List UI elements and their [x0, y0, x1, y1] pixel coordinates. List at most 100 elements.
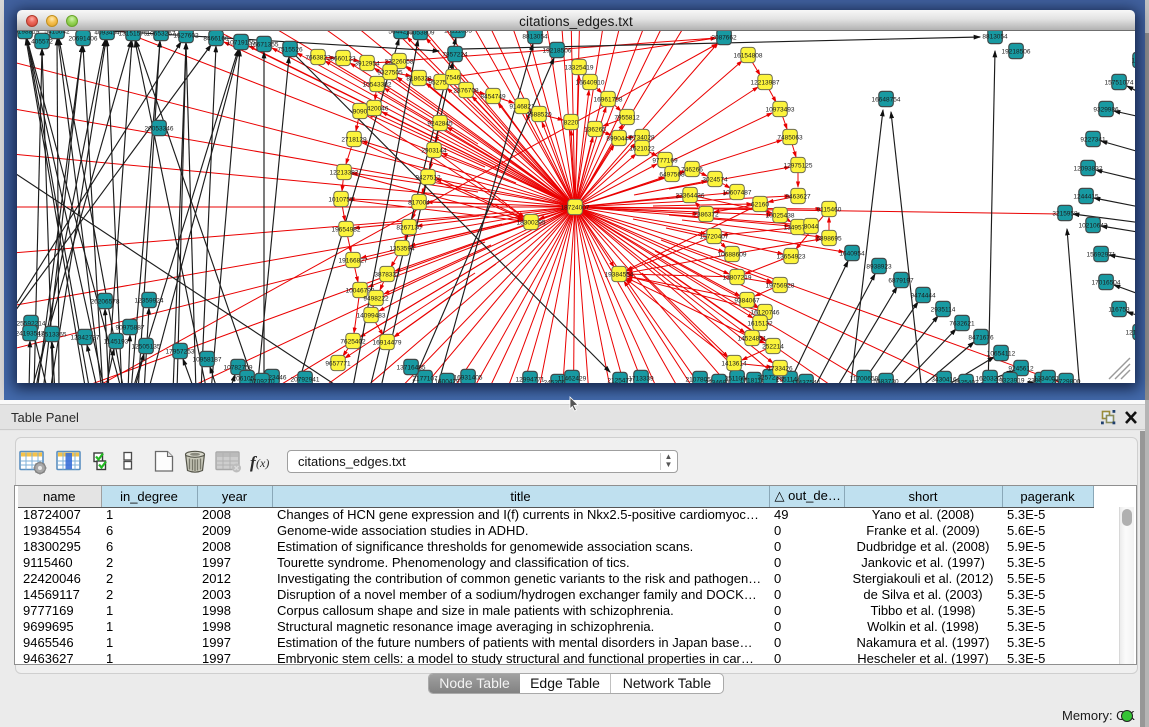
svg-text:8220: 8220	[564, 119, 579, 126]
svg-text:9384067: 9384067	[734, 297, 760, 304]
svg-text:6898695: 6898695	[816, 235, 842, 242]
svg-text:16648754: 16648754	[872, 96, 901, 103]
svg-text:1413614: 1413614	[721, 360, 747, 367]
svg-text:10025438: 10025438	[766, 212, 795, 219]
svg-text:1615132: 1615132	[747, 320, 773, 327]
svg-text:20691406: 20691406	[69, 35, 98, 42]
svg-text:17016504: 17016504	[1092, 279, 1121, 286]
svg-text:10210643: 10210643	[1079, 222, 1108, 229]
svg-text:12213987: 12213987	[751, 79, 780, 86]
svg-text:10607487: 10607487	[723, 189, 752, 196]
svg-text:16053809: 16053809	[406, 31, 435, 36]
svg-text:10958187: 10958187	[193, 356, 222, 363]
svg-text:12359924: 12359924	[135, 297, 164, 304]
svg-text:5709270: 5709270	[249, 378, 275, 383]
svg-text:9657771: 9657771	[325, 360, 351, 367]
svg-text:10654112: 10654112	[987, 350, 1016, 357]
svg-text:16154808: 16154808	[734, 52, 763, 59]
svg-text:8660123: 8660123	[330, 55, 356, 62]
svg-text:19166827: 19166827	[339, 257, 368, 264]
svg-text:5415042: 5415042	[44, 31, 70, 35]
svg-text:25729800: 25729800	[1052, 378, 1081, 383]
svg-text:(x): (x)	[256, 456, 269, 470]
svg-text:9227341: 9227341	[1080, 136, 1106, 143]
svg-text:8471676: 8471676	[968, 334, 994, 341]
svg-text:15692971: 15692971	[1087, 251, 1116, 258]
svg-text:9090: 9090	[353, 108, 368, 115]
svg-text:13807219: 13807219	[723, 274, 752, 281]
svg-text:1588520: 1588520	[526, 111, 552, 118]
svg-text:405572: 405572	[31, 38, 53, 45]
svg-text:19384554: 19384554	[605, 271, 634, 278]
svg-text:9245612: 9245612	[1008, 365, 1034, 372]
svg-text:1353594: 1353594	[389, 245, 415, 252]
svg-text:746266: 746266	[681, 166, 703, 173]
svg-text:252214: 252214	[762, 343, 784, 350]
svg-text:7625402: 7625402	[340, 338, 366, 345]
svg-text:2087662: 2087662	[711, 34, 737, 41]
svg-text:62160: 62160	[751, 201, 769, 208]
svg-text:2903144: 2903144	[421, 147, 447, 154]
svg-text:12342737: 12342737	[71, 334, 100, 341]
svg-text:7955812: 7955812	[614, 114, 640, 121]
svg-text:9115460: 9115460	[817, 206, 842, 213]
svg-text:15751074: 15751074	[1105, 79, 1134, 86]
svg-text:16671355: 16671355	[250, 41, 279, 48]
svg-text:90975887: 90975887	[116, 324, 145, 331]
svg-text:8454749: 8454749	[480, 93, 506, 100]
svg-text:8044: 8044	[804, 223, 819, 230]
svg-text:10653267: 10653267	[147, 31, 176, 37]
svg-text:116753: 116753	[1108, 306, 1130, 313]
svg-text:18300295: 18300295	[517, 219, 546, 226]
svg-text:12213382: 12213382	[330, 169, 359, 176]
svg-text:17957253: 17957253	[166, 348, 195, 355]
svg-text:3024574: 3024574	[702, 176, 728, 183]
svg-text:9463627: 9463627	[785, 193, 811, 200]
svg-text:13325419: 13325419	[565, 64, 594, 71]
svg-text:4093454: 4093454	[94, 31, 120, 36]
svg-text:12093832: 12093832	[1074, 165, 1103, 172]
svg-text:1527602: 1527602	[173, 32, 199, 39]
svg-text:9777169: 9777169	[652, 157, 678, 164]
svg-text:19756928: 19756928	[766, 282, 795, 289]
svg-text:7515526: 7515526	[277, 46, 303, 53]
svg-text:8990444: 8990444	[606, 135, 632, 142]
svg-text:11462429: 11462429	[558, 375, 587, 382]
svg-text:19218506: 19218506	[543, 47, 572, 54]
svg-text:13654923: 13654923	[777, 253, 806, 260]
svg-text:12505135: 12505135	[132, 343, 161, 350]
svg-text:10973493: 10973493	[766, 106, 795, 113]
svg-text:11437544: 11437544	[792, 379, 821, 383]
svg-text:3912954: 3912954	[354, 60, 380, 67]
svg-text:9329986: 9329986	[1093, 106, 1119, 113]
svg-text:16640910: 16640910	[576, 79, 605, 86]
svg-text:1713339: 1713339	[628, 375, 654, 382]
svg-text:8466160: 8466160	[203, 35, 229, 42]
svg-text:16111095: 16111095	[444, 31, 472, 34]
svg-text:3878332: 3878332	[374, 271, 400, 278]
svg-text:1733426: 1733426	[767, 365, 793, 372]
svg-text:8267130: 8267130	[396, 224, 422, 231]
svg-text:6879197: 6879197	[888, 277, 914, 284]
svg-text:16931405: 16931405	[454, 374, 483, 381]
svg-text:14099483: 14099483	[357, 312, 386, 319]
svg-text:8813054: 8813054	[982, 33, 1008, 40]
svg-text:14524851: 14524851	[738, 335, 767, 342]
svg-text:9242845: 9242845	[427, 120, 453, 127]
svg-text:12975125: 12975125	[784, 162, 813, 169]
svg-text:10543382: 10543382	[363, 81, 392, 88]
svg-text:16961758: 16961758	[594, 96, 623, 103]
svg-text:19323919: 19323919	[996, 377, 1025, 383]
svg-text:1244415: 1244415	[1073, 193, 1099, 200]
svg-text:10688609: 10688609	[718, 251, 747, 258]
svg-text:7632621: 7632621	[949, 320, 975, 327]
svg-text:19218506: 19218506	[1002, 48, 1031, 55]
svg-text:1640954: 1640954	[839, 250, 865, 257]
svg-text:136265: 136265	[584, 126, 606, 133]
svg-text:3215958: 3215958	[1052, 210, 1078, 217]
svg-text:20053346: 20053346	[145, 125, 174, 132]
svg-text:12105340: 12105340	[1126, 329, 1135, 336]
svg-text:2718129: 2718129	[341, 136, 367, 143]
svg-text:1010755: 1010755	[328, 196, 354, 203]
svg-text:18724007: 18724007	[561, 204, 590, 211]
